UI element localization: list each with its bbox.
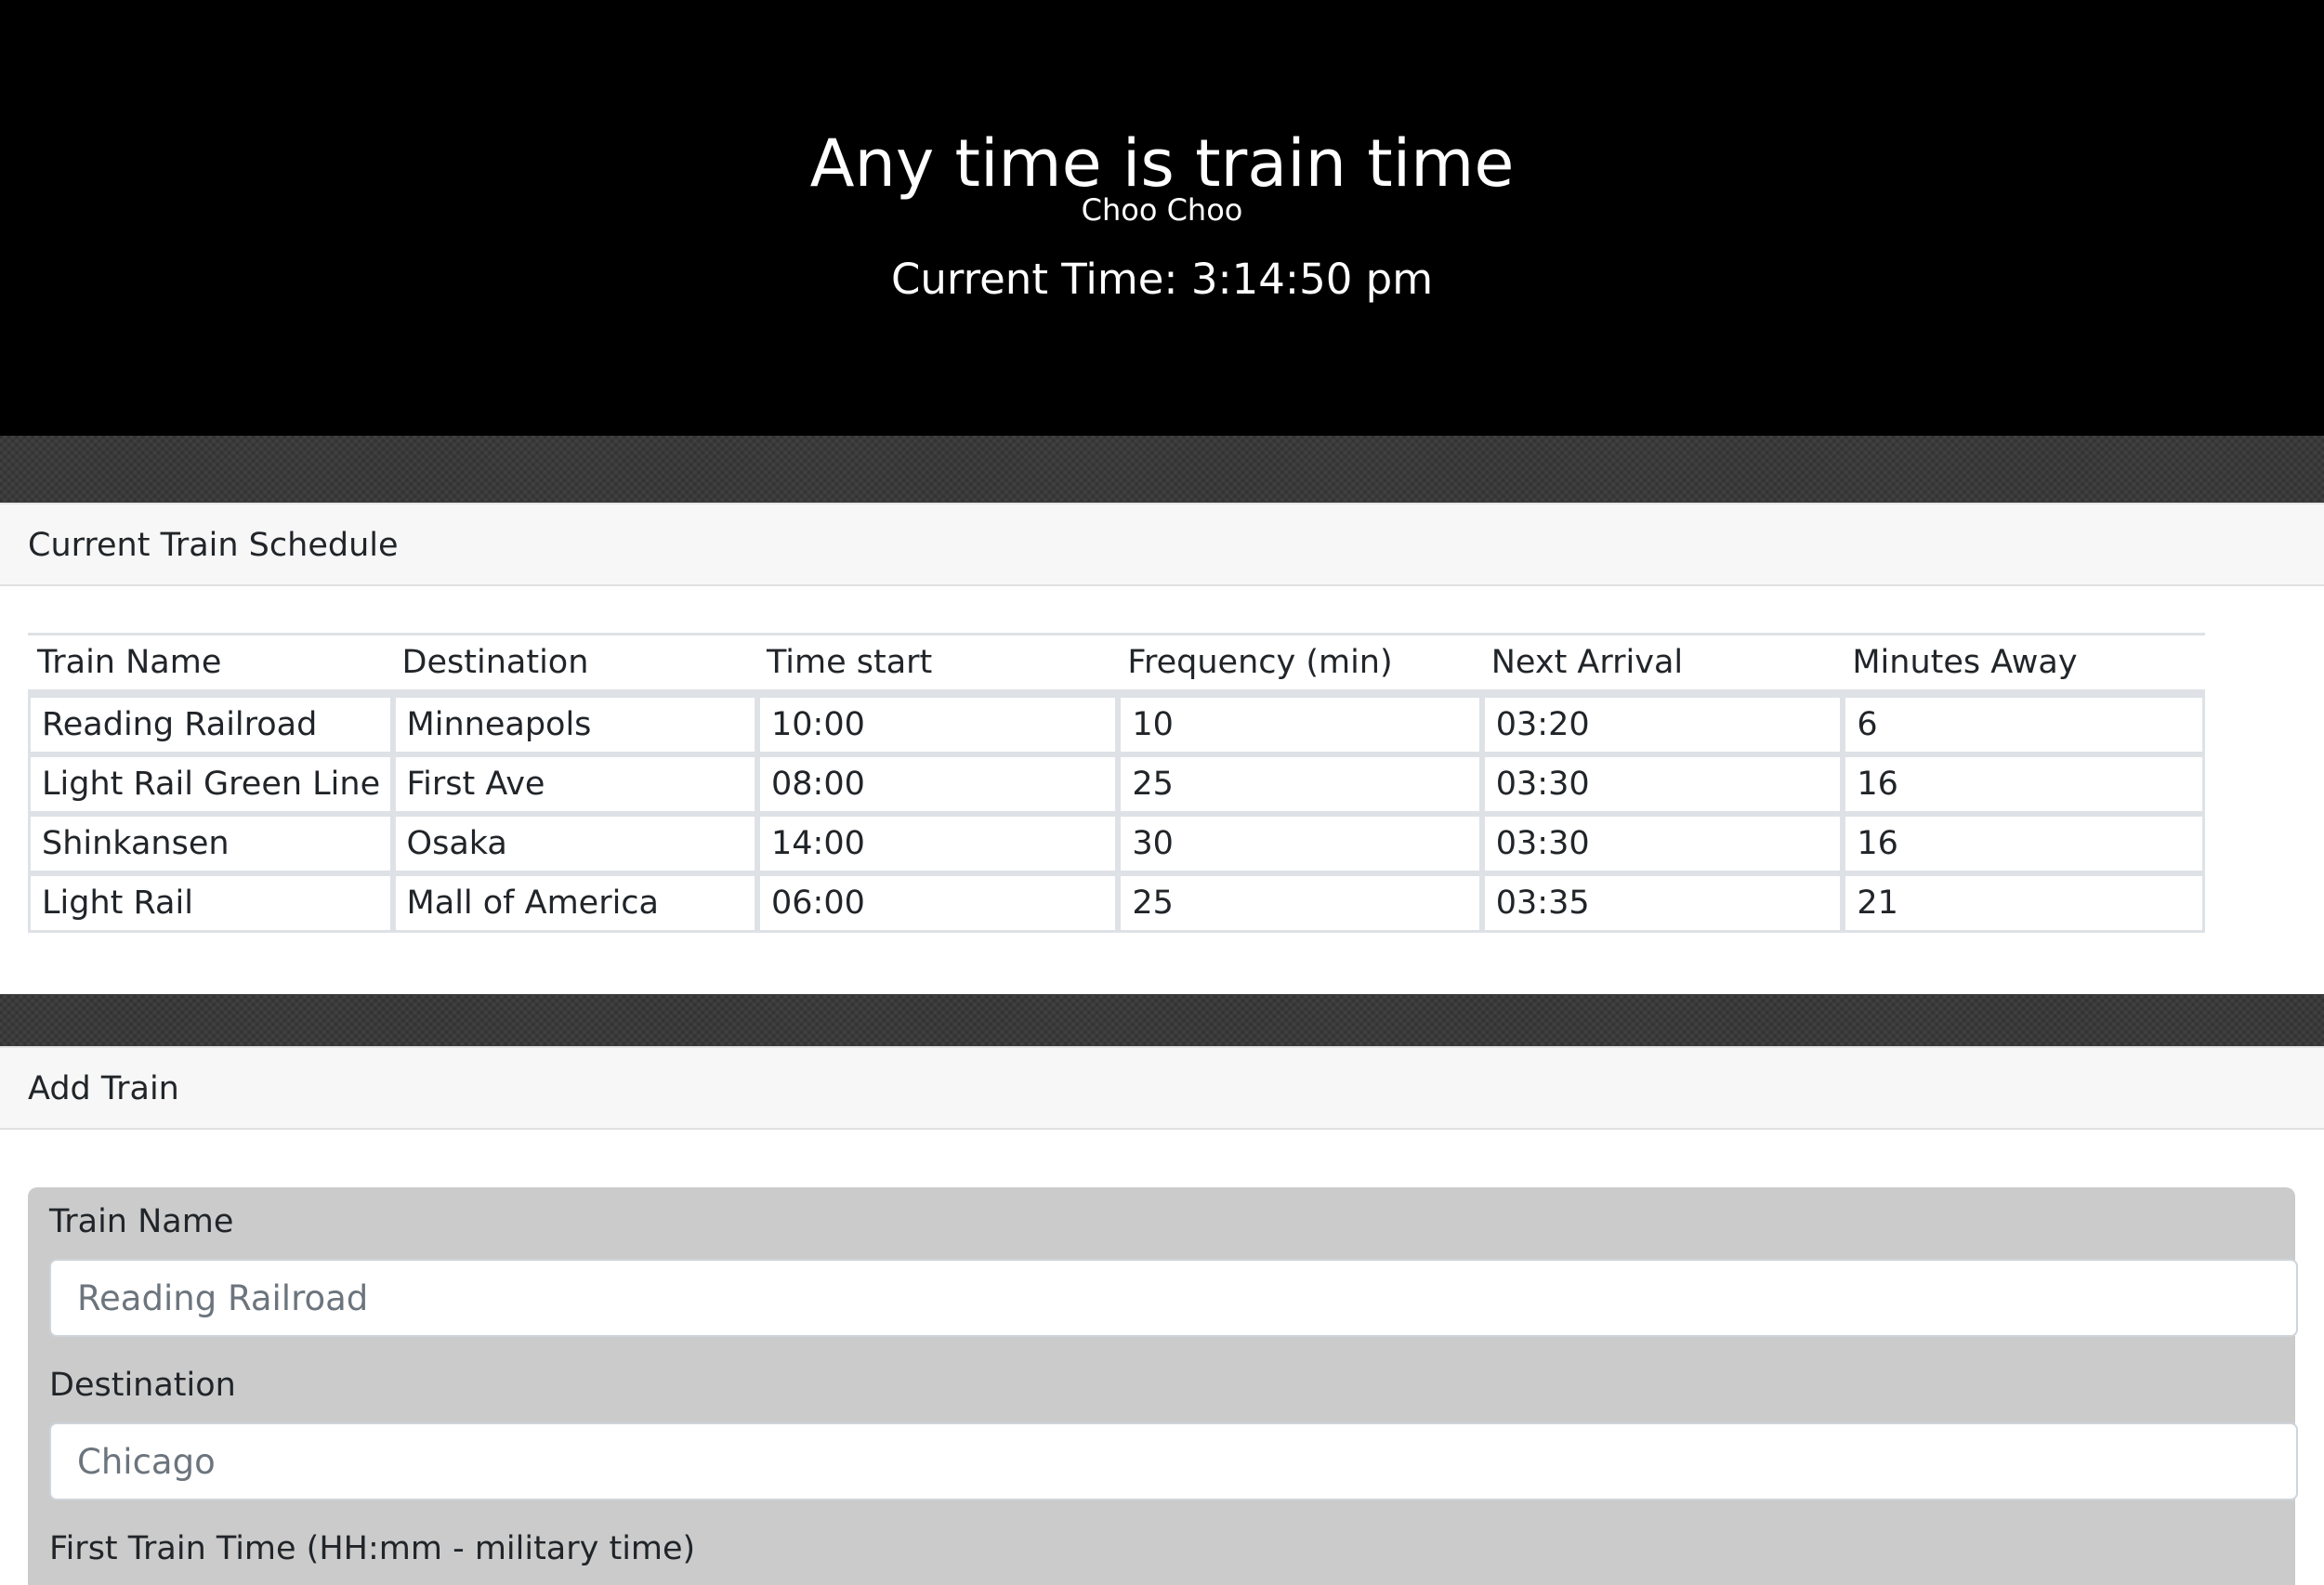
cell-next-arrival: 03:30 bbox=[1481, 754, 1844, 814]
cell-time-start: 06:00 bbox=[756, 873, 1119, 933]
column-header-time-start: Time start bbox=[756, 633, 1119, 695]
cell-time-start: 10:00 bbox=[756, 695, 1119, 754]
first-train-time-label: First Train Time (HH:mm - military time) bbox=[49, 1530, 696, 1567]
table-row: Light Rail Mall of America 06:00 25 03:3… bbox=[28, 873, 2205, 933]
add-train-heading: Add Train bbox=[0, 1046, 2324, 1130]
cell-destination: Osaka bbox=[392, 814, 757, 873]
destination-label: Destination bbox=[49, 1367, 236, 1404]
cell-train-name: Reading Railroad bbox=[28, 695, 393, 754]
header-banner: Any time is train time Choo Choo Current… bbox=[0, 0, 2324, 436]
cell-destination: Mall of America bbox=[392, 873, 757, 933]
cell-minutes-away: 16 bbox=[1843, 814, 2205, 873]
column-header-minutes-away: Minutes Away bbox=[1843, 633, 2205, 695]
cell-train-name: Shinkansen bbox=[28, 814, 393, 873]
cell-next-arrival: 03:20 bbox=[1481, 695, 1844, 754]
cell-train-name: Light Rail Green Line bbox=[28, 754, 393, 814]
train-name-input[interactable] bbox=[49, 1259, 2298, 1337]
schedule-heading: Current Train Schedule bbox=[0, 503, 2324, 586]
cell-destination: Minneapols bbox=[392, 695, 757, 754]
cell-minutes-away: 16 bbox=[1843, 754, 2205, 814]
cell-frequency: 25 bbox=[1118, 873, 1482, 933]
schedule-card: Current Train Schedule Train Name Destin… bbox=[0, 503, 2324, 994]
schedule-table: Train Name Destination Time start Freque… bbox=[28, 633, 2205, 933]
add-train-form: Train Name Destination First Train Time … bbox=[28, 1187, 2298, 1585]
table-row: Light Rail Green Line First Ave 08:00 25… bbox=[28, 754, 2205, 814]
add-train-card: Add Train Train Name Destination First T… bbox=[0, 1046, 2324, 1585]
cell-time-start: 14:00 bbox=[756, 814, 1119, 873]
cell-time-start: 08:00 bbox=[756, 754, 1119, 814]
cell-frequency: 10 bbox=[1118, 695, 1482, 754]
train-name-label: Train Name bbox=[49, 1203, 234, 1240]
table-header-row: Train Name Destination Time start Freque… bbox=[28, 633, 2205, 695]
cell-train-name: Light Rail bbox=[28, 873, 393, 933]
cell-minutes-away: 6 bbox=[1843, 695, 2205, 754]
column-header-next-arrival: Next Arrival bbox=[1481, 633, 1844, 695]
current-time: Current Time: 3:14:50 pm bbox=[890, 255, 1434, 304]
cell-frequency: 25 bbox=[1118, 754, 1482, 814]
column-header-destination: Destination bbox=[392, 633, 757, 695]
cell-frequency: 30 bbox=[1118, 814, 1482, 873]
table-row: Shinkansen Osaka 14:00 30 03:30 16 bbox=[28, 814, 2205, 873]
page-subtitle: Choo Choo bbox=[1081, 192, 1243, 228]
cell-destination: First Ave bbox=[392, 754, 757, 814]
table-row: Reading Railroad Minneapols 10:00 10 03:… bbox=[28, 695, 2205, 754]
cell-minutes-away: 21 bbox=[1843, 873, 2205, 933]
destination-input[interactable] bbox=[49, 1422, 2298, 1500]
column-header-frequency: Frequency (min) bbox=[1118, 633, 1482, 695]
cell-next-arrival: 03:30 bbox=[1481, 814, 1844, 873]
cell-next-arrival: 03:35 bbox=[1481, 873, 1844, 933]
column-header-train-name: Train Name bbox=[28, 633, 393, 695]
